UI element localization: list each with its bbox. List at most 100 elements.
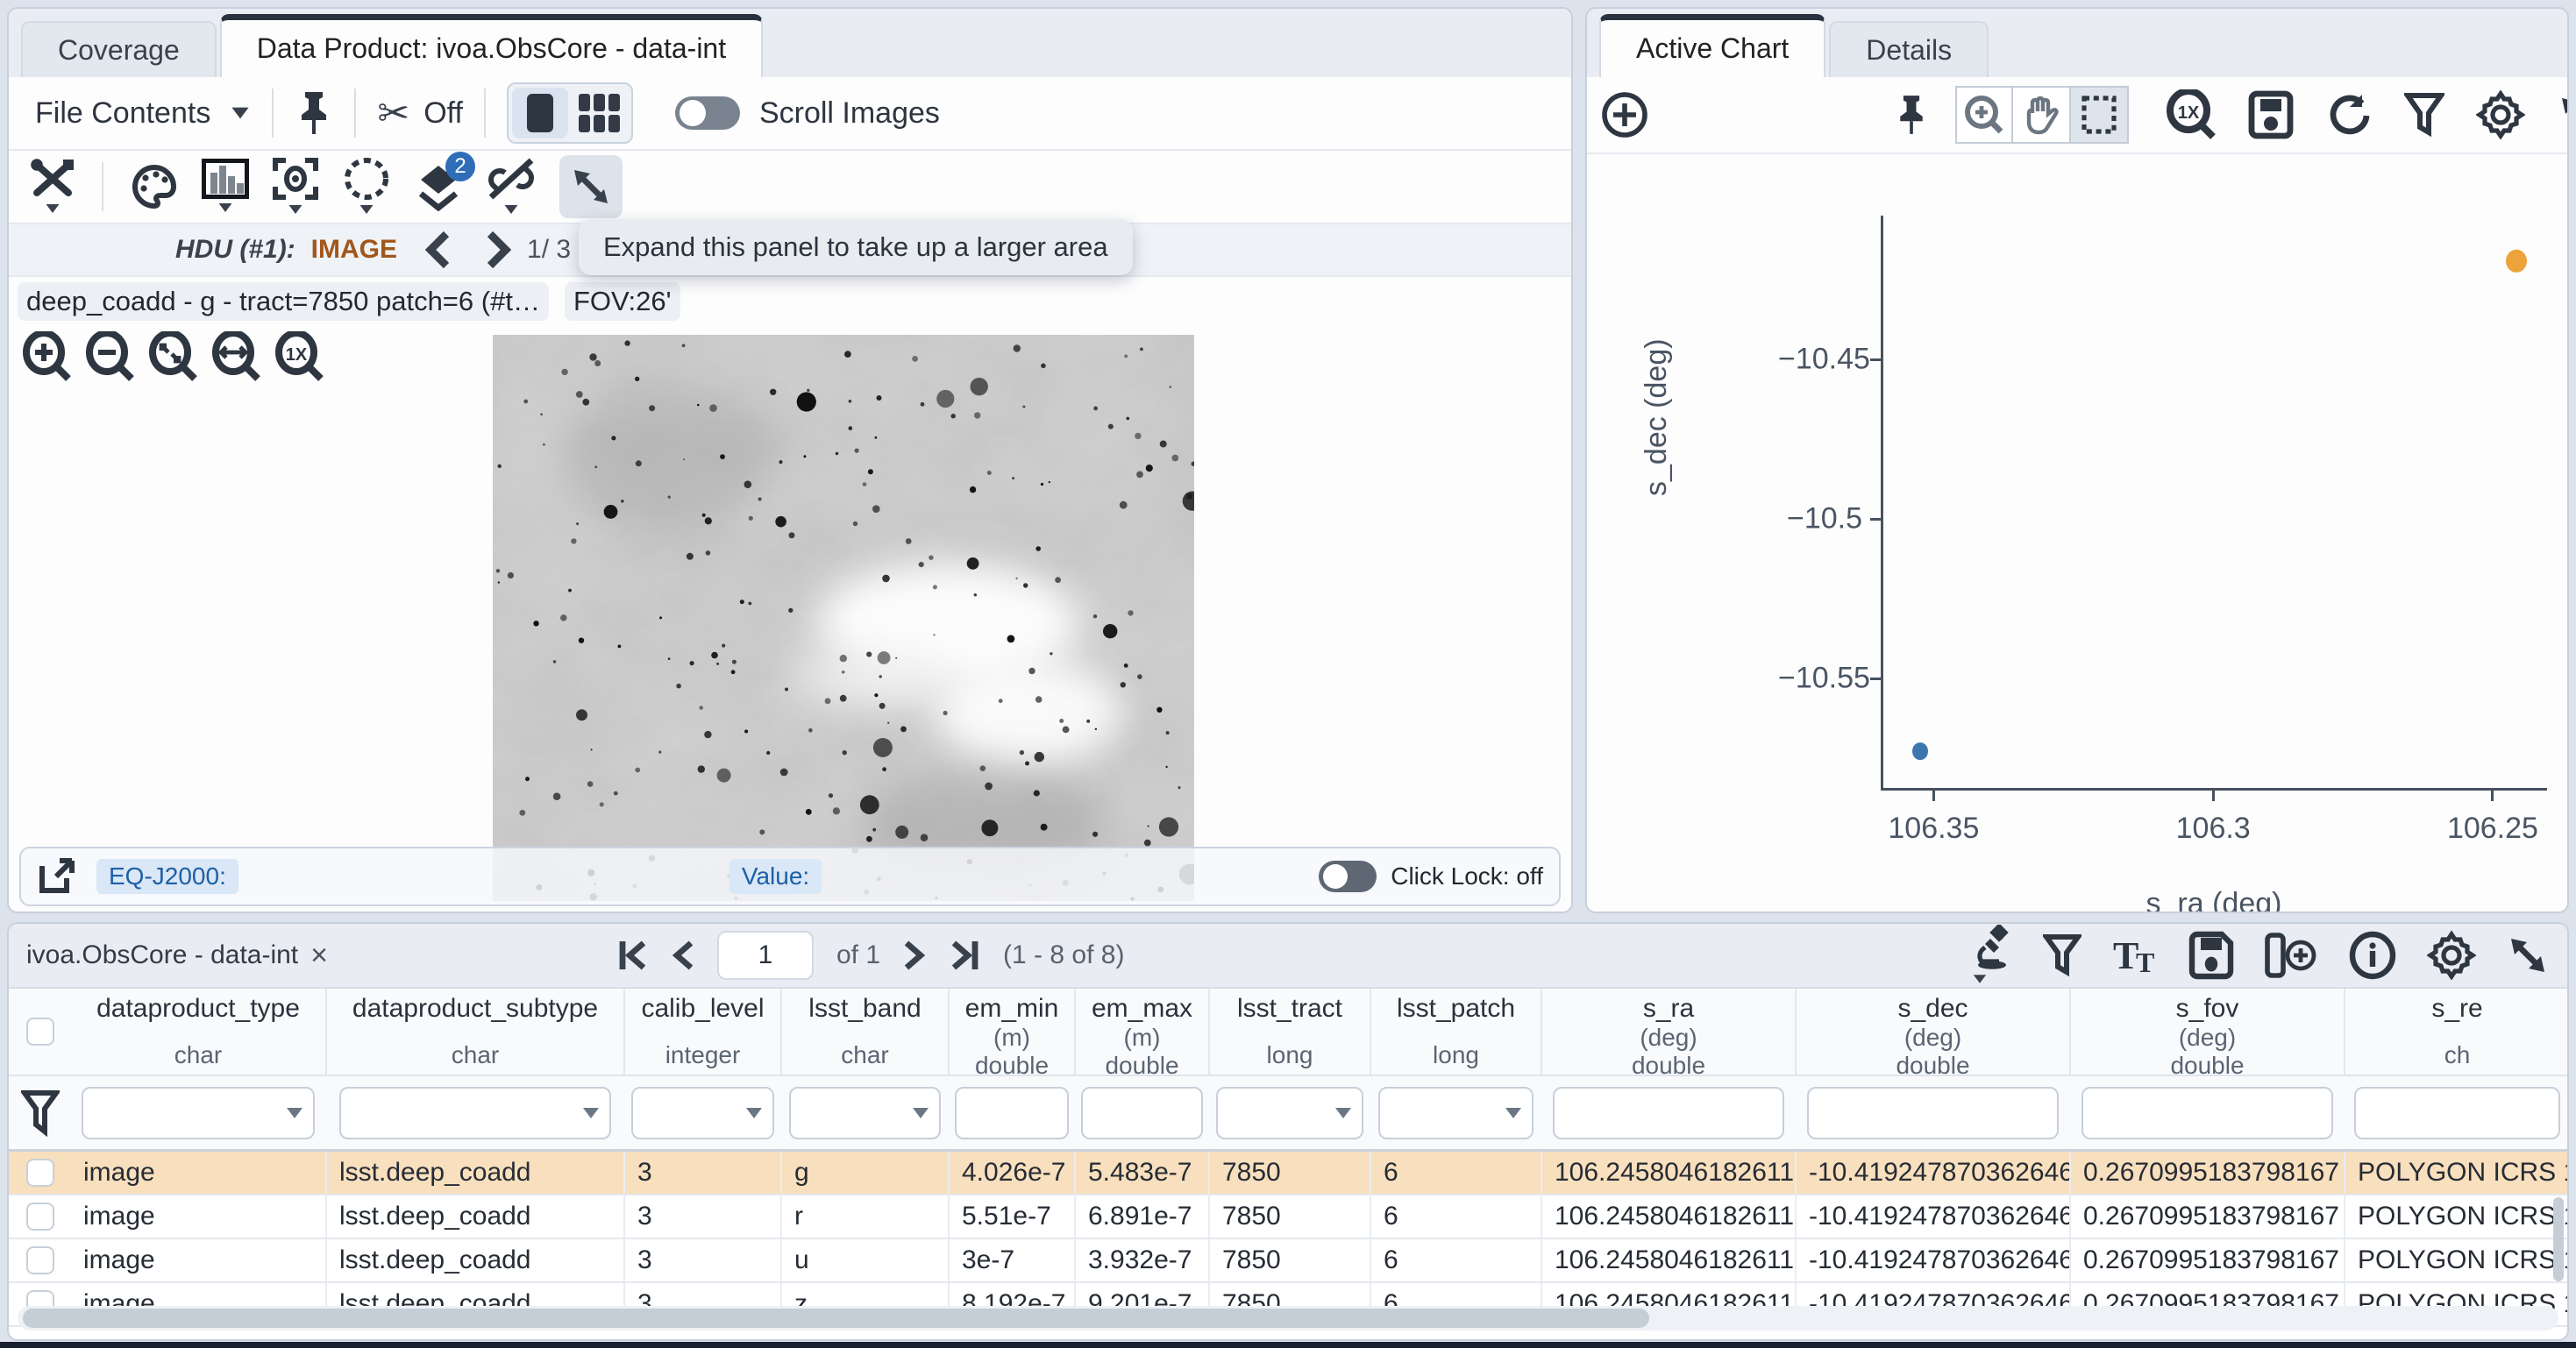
table-cell-dataproduct_subtype[interactable]: lsst.deep_coadd <box>327 1152 625 1194</box>
external-link-icon[interactable] <box>37 857 75 896</box>
column-header-s_fov[interactable]: s_fov(deg)double <box>2071 989 2345 1075</box>
tools-menu-button[interactable] <box>30 158 75 216</box>
row-checkbox[interactable] <box>26 1203 54 1231</box>
chart-plot[interactable]: −10.45−10.5−10.55106.35106.3106.25 <box>1881 216 2547 791</box>
chart-point-data-point[interactable] <box>1912 742 1928 760</box>
tab-active-chart[interactable]: Active Chart <box>1599 14 1825 77</box>
table-cell-em_max[interactable]: 5.483e-7 <box>1076 1152 1210 1194</box>
color-palette-icon[interactable] <box>130 162 179 211</box>
table-cell-em_min[interactable]: 5.51e-7 <box>950 1195 1076 1238</box>
zoom-1x-icon[interactable]: 1X <box>274 331 324 382</box>
chart-pan-tool-button[interactable] <box>2013 86 2071 144</box>
page-number-input[interactable] <box>717 931 814 980</box>
column-header-em_max[interactable]: em_max(m)double <box>1076 989 1210 1075</box>
table-cell-lsst_band[interactable]: g <box>782 1152 950 1194</box>
chart-point-selected-point[interactable] <box>2506 250 2527 273</box>
filter-funnel-cell[interactable] <box>9 1076 71 1149</box>
row-checkbox-cell[interactable] <box>9 1152 71 1194</box>
table-cell-dataproduct_subtype[interactable]: lsst.deep_coadd <box>327 1195 625 1238</box>
table-cell-s_re[interactable]: POLYGON ICRS 10 <box>2345 1195 2569 1238</box>
table-cell-em_max[interactable]: 3.932e-7 <box>1076 1239 1210 1281</box>
grid-image-layout-button[interactable] <box>572 88 628 138</box>
horizontal-scrollbar[interactable] <box>18 1306 2558 1330</box>
row-checkbox[interactable] <box>26 1246 54 1274</box>
table-cell-s_ra[interactable]: 106.24580461826118 <box>1542 1239 1797 1281</box>
column-header-s_ra[interactable]: s_ra(deg)double <box>1542 989 1797 1075</box>
next-hdu-button[interactable] <box>485 231 511 269</box>
chart-expand-icon[interactable] <box>2557 93 2569 137</box>
table-cell-s_fov[interactable]: 0.2670995183798167 <box>2071 1239 2345 1281</box>
filter-select-calib_level[interactable] <box>631 1087 774 1139</box>
column-header-s_re[interactable]: s_rech <box>2345 989 2569 1075</box>
next-page-icon[interactable] <box>903 938 926 973</box>
add-chart-icon[interactable] <box>1601 91 1648 138</box>
table-cell-s_ra[interactable]: 106.24580461826118 <box>1542 1152 1797 1194</box>
table-cell-calib_level[interactable]: 3 <box>625 1195 782 1238</box>
table-row[interactable]: imagelsst.deep_coadd3g4.026e-75.483e-778… <box>9 1152 2567 1195</box>
chart-area[interactable]: −10.45−10.5−10.55106.35106.3106.25 s_dec… <box>1587 154 2567 912</box>
chart-restore-icon[interactable] <box>2325 91 2373 138</box>
click-lock-toggle[interactable] <box>1319 861 1377 892</box>
vertical-scrollbar-thumb[interactable] <box>2553 1197 2564 1281</box>
filter-select-lsst_band[interactable] <box>789 1087 942 1139</box>
chart-zoom-original-icon[interactable]: 1X <box>2166 89 2217 140</box>
filter-select-dataproduct_type[interactable] <box>82 1087 316 1139</box>
close-table-icon[interactable]: × <box>310 939 328 973</box>
select-region-button[interactable] <box>342 157 391 216</box>
column-header-dataproduct_type[interactable]: dataproduct_typechar <box>71 989 327 1075</box>
table-cell-dataproduct_subtype[interactable]: lsst.deep_coadd <box>327 1239 625 1281</box>
table-cell-s_re[interactable]: POLYGON ICRS 10 <box>2345 1239 2569 1281</box>
single-image-layout-button[interactable] <box>512 88 568 138</box>
zoom-fit-icon[interactable] <box>147 331 198 382</box>
chart-zoom-tool-button[interactable] <box>1955 86 2013 144</box>
analyze-menu-button[interactable] <box>1969 925 2013 986</box>
column-header-calib_level[interactable]: calib_levelinteger <box>625 989 782 1075</box>
first-page-icon[interactable] <box>617 938 649 973</box>
table-cell-lsst_patch[interactable]: 6 <box>1371 1152 1542 1194</box>
table-cell-lsst_tract[interactable]: 7850 <box>1210 1152 1371 1194</box>
table-cell-s_dec[interactable]: -10.419247870362646 <box>1797 1195 2071 1238</box>
prev-page-icon[interactable] <box>672 938 694 973</box>
table-cell-s_fov[interactable]: 0.2670995183798167 <box>2071 1195 2345 1238</box>
table-filter-icon[interactable] <box>2043 933 2081 977</box>
table-cell-lsst_patch[interactable]: 6 <box>1371 1239 1542 1281</box>
table-cell-lsst_band[interactable]: u <box>782 1239 950 1281</box>
row-checkbox[interactable] <box>26 1159 54 1187</box>
layers-button[interactable]: 2 <box>414 162 463 211</box>
astronomy-image[interactable] <box>493 335 1194 901</box>
table-cell-em_min[interactable]: 4.026e-7 <box>950 1152 1076 1194</box>
chevron-down-icon[interactable] <box>232 108 249 119</box>
column-header-lsst_patch[interactable]: lsst_patchlong <box>1371 989 1542 1075</box>
column-header-dataproduct_subtype[interactable]: dataproduct_subtypechar <box>327 989 625 1075</box>
recenter-button[interactable] <box>272 157 319 216</box>
previous-hdu-button[interactable] <box>425 231 452 269</box>
filter-select-lsst_tract[interactable] <box>1216 1087 1363 1139</box>
row-checkbox-cell[interactable] <box>9 1239 71 1281</box>
filter-input-s_ra[interactable] <box>1553 1087 1785 1139</box>
column-header-em_min[interactable]: em_min(m)double <box>950 989 1076 1075</box>
table-settings-icon[interactable] <box>2427 931 2476 980</box>
horizontal-scrollbar-thumb[interactable] <box>23 1309 1649 1328</box>
zoom-fill-icon[interactable] <box>210 331 261 382</box>
table-row[interactable]: imagelsst.deep_coadd3u3e-73.932e-7785061… <box>9 1239 2567 1283</box>
table-save-icon[interactable] <box>2188 931 2234 980</box>
chart-settings-icon[interactable] <box>2476 90 2525 139</box>
table-cell-dataproduct_type[interactable]: image <box>71 1195 327 1238</box>
filter-input-em_max[interactable] <box>1081 1087 1203 1139</box>
filter-select-lsst_patch[interactable] <box>1378 1087 1534 1139</box>
table-cell-s_fov[interactable]: 0.2670995183798167 <box>2071 1152 2345 1194</box>
table-row[interactable]: imagelsst.deep_coadd3r5.51e-76.891e-7785… <box>9 1195 2567 1239</box>
table-tab-label[interactable]: ivoa.ObsCore - data-int <box>26 940 298 970</box>
table-expand-icon[interactable] <box>2506 933 2550 977</box>
filter-input-em_min[interactable] <box>955 1087 1070 1139</box>
expand-panel-button[interactable] <box>559 155 623 218</box>
zoom-in-icon[interactable] <box>21 331 72 382</box>
unlink-wcs-button[interactable] <box>486 157 537 216</box>
table-info-icon[interactable] <box>2348 931 2397 980</box>
chart-save-icon[interactable] <box>2248 90 2294 139</box>
table-cell-s_dec[interactable]: -10.419247870362646 <box>1797 1152 2071 1194</box>
column-header-lsst_tract[interactable]: lsst_tractlong <box>1210 989 1371 1075</box>
table-cell-calib_level[interactable]: 3 <box>625 1152 782 1194</box>
filter-select-dataproduct_subtype[interactable] <box>339 1087 612 1139</box>
add-column-icon[interactable] <box>2264 932 2318 979</box>
